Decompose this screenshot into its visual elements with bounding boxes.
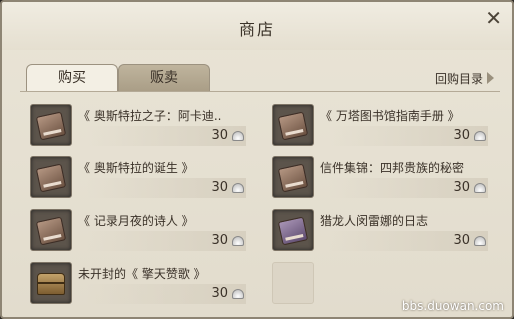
item-name: 信件集锦：四邦贵族的秘密 <box>320 161 465 175</box>
book-icon <box>35 163 67 193</box>
tab-sell[interactable]: 贩卖 <box>118 64 210 92</box>
item-slot <box>30 262 72 304</box>
item-price: 30 <box>86 284 246 304</box>
shell-icon <box>232 131 244 141</box>
shop-item[interactable]: 《 万塔图书馆指南手册 》 30 <box>272 104 488 148</box>
price-value: 30 <box>453 233 470 248</box>
shop-item[interactable]: 《 奥斯特拉的诞生 》 30 <box>30 156 246 200</box>
item-name: 《 奥斯特拉之子：阿卡迪.. <box>78 109 222 123</box>
price-value: 30 <box>211 180 228 195</box>
shop-item[interactable]: 信件集锦：四邦贵族的秘密 30 <box>272 156 488 200</box>
item-price: 30 <box>328 126 488 146</box>
window-title: 商店 <box>238 20 275 39</box>
item-slot <box>272 104 314 146</box>
empty-item-slot <box>272 262 314 304</box>
item-name: 未开封的《 擎天赞歌 》 <box>78 267 206 281</box>
item-name: 《 万塔图书馆指南手册 》 <box>320 109 460 123</box>
shell-icon <box>232 183 244 193</box>
shop-item[interactable]: 《 记录月夜的诗人 》 30 <box>30 209 246 253</box>
item-price: 30 <box>86 126 246 146</box>
shell-icon <box>474 236 486 246</box>
book-icon <box>35 216 67 246</box>
shell-icon <box>474 183 486 193</box>
purple-book-icon <box>277 216 309 246</box>
book-icon <box>35 111 67 141</box>
item-price: 30 <box>328 231 488 251</box>
title-bar: 商店 ✕ <box>2 2 512 50</box>
shop-window: 商店 ✕ 购买 贩卖 回购目录 《 奥斯特拉之子：阿卡迪.. 30 《 万塔图书… <box>0 0 514 319</box>
chest-icon <box>37 273 65 295</box>
price-value: 30 <box>211 286 228 301</box>
item-price: 30 <box>86 178 246 198</box>
book-icon <box>277 163 309 193</box>
price-value: 30 <box>453 128 470 143</box>
shop-item[interactable]: 《 奥斯特拉之子：阿卡迪.. 30 <box>30 104 246 148</box>
shop-item[interactable]: 猎龙人闵雷娜的日志 30 <box>272 209 488 253</box>
shell-icon <box>474 131 486 141</box>
arrow-right-icon <box>487 72 494 84</box>
item-price: 30 <box>328 178 488 198</box>
shell-icon <box>232 236 244 246</box>
item-name: 猎龙人闵雷娜的日志 <box>320 214 429 228</box>
buyback-link-label: 回购目录 <box>434 72 483 86</box>
shop-item[interactable]: 未开封的《 擎天赞歌 》 30 <box>30 262 246 306</box>
item-slot <box>272 209 314 251</box>
item-slot <box>272 156 314 198</box>
shell-icon <box>232 289 244 299</box>
item-slot <box>30 104 72 146</box>
item-name: 《 记录月夜的诗人 》 <box>78 214 194 228</box>
price-value: 30 <box>211 233 228 248</box>
item-price: 30 <box>86 231 246 251</box>
tab-buy[interactable]: 购买 <box>26 64 118 92</box>
close-icon[interactable]: ✕ <box>485 8 502 28</box>
price-value: 30 <box>453 180 470 195</box>
item-slot <box>30 209 72 251</box>
buyback-link[interactable]: 回购目录 <box>435 70 494 87</box>
item-name: 《 奥斯特拉的诞生 》 <box>78 161 194 175</box>
item-grid: 《 奥斯特拉之子：阿卡迪.. 30 《 万塔图书馆指南手册 》 30 《 奥斯特… <box>20 91 500 317</box>
watermark-text: bbs.duowan.com <box>401 299 504 313</box>
book-icon <box>277 111 309 141</box>
item-slot <box>30 156 72 198</box>
price-value: 30 <box>211 128 228 143</box>
